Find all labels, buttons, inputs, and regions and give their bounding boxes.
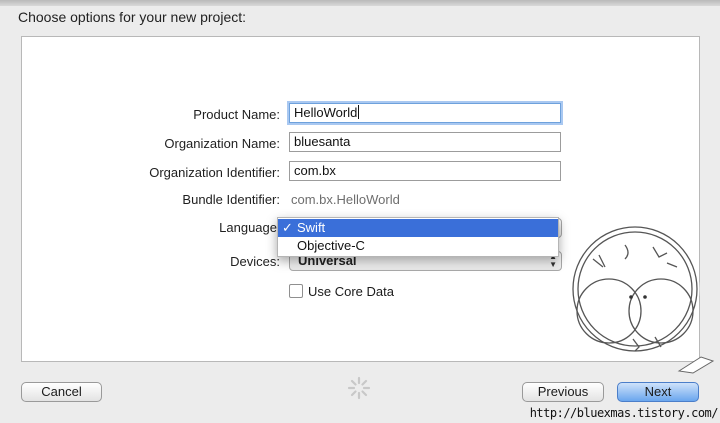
language-label: Language — [219, 220, 277, 235]
organization-identifier-label: Organization Identifier: — [149, 165, 280, 180]
product-name-label: Product Name: — [193, 107, 280, 122]
bundle-identifier-value: com.bx.HelloWorld — [291, 192, 400, 207]
watermark-url: http://bluexmas.tistory.com/ — [529, 406, 719, 420]
organization-name-label: Organization Name: — [164, 136, 280, 151]
organization-name-value: bluesanta — [294, 134, 351, 149]
window-titlebar — [0, 0, 720, 6]
language-option-label: Objective-C — [297, 238, 365, 253]
previous-button[interactable]: Previous — [522, 382, 604, 402]
text-caret — [358, 105, 360, 119]
bundle-identifier-label: Bundle Identifier: — [182, 192, 280, 207]
product-name-value: HelloWorld — [294, 105, 358, 120]
core-data-label: Use Core Data — [308, 284, 394, 299]
cancel-button[interactable]: Cancel — [21, 382, 102, 402]
watermark-logo — [570, 224, 715, 374]
core-data-row[interactable]: Use Core Data — [289, 284, 394, 299]
language-option-swift[interactable]: ✓ Swift — [278, 219, 558, 237]
language-menu: ✓ Swift Objective-C — [277, 217, 559, 257]
organization-identifier-value: com.bx — [294, 163, 336, 178]
organization-identifier-field[interactable]: com.bx — [289, 161, 561, 181]
product-name-field[interactable]: HelloWorld — [289, 103, 561, 123]
dialog-header: Choose options for your new project: — [18, 9, 247, 25]
language-option-label: Swift — [297, 220, 326, 235]
checkmark-icon: ✓ — [282, 220, 293, 235]
organization-name-field[interactable]: bluesanta — [289, 132, 561, 152]
language-option-objective-c[interactable]: Objective-C — [278, 237, 558, 255]
next-button[interactable]: Next — [617, 382, 699, 402]
progress-spinner-icon — [347, 376, 371, 400]
core-data-checkbox[interactable] — [289, 284, 303, 298]
devices-label: Devices: — [230, 254, 280, 269]
